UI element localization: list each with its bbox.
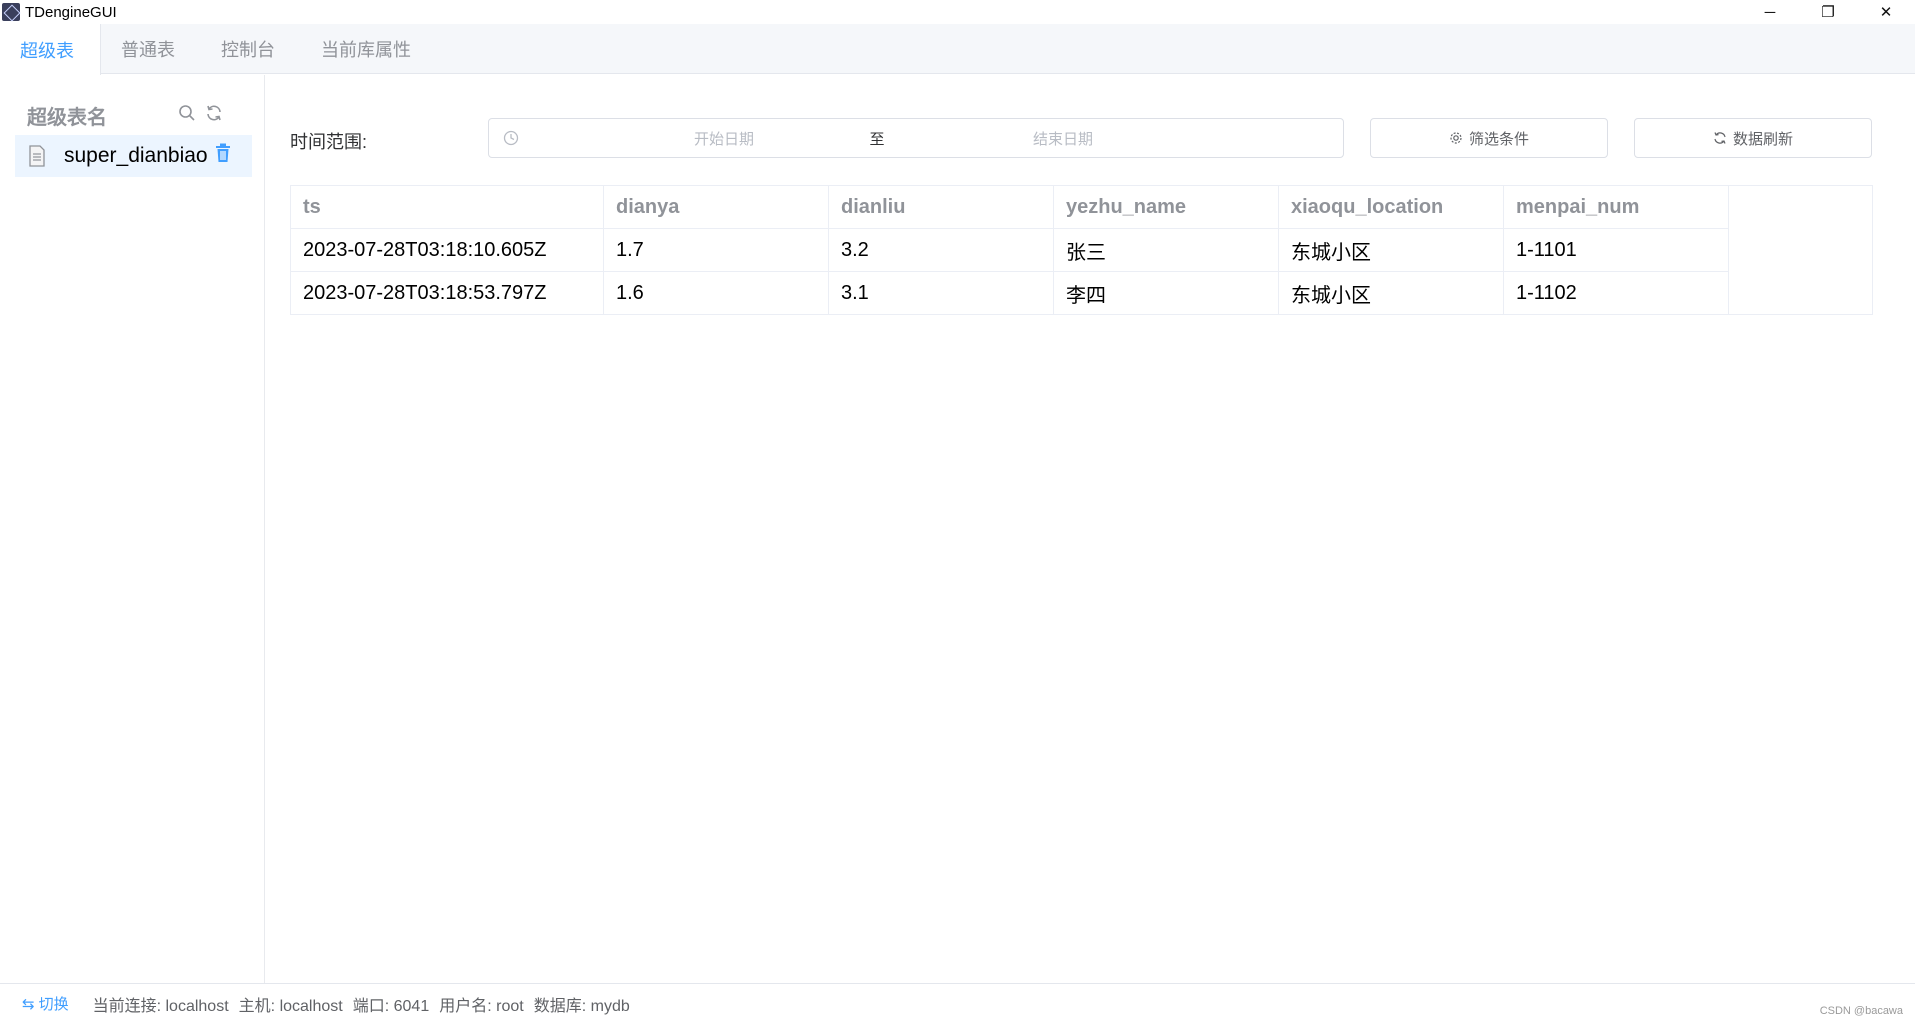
user-value: root (496, 997, 524, 1015)
switch-icon: ⇆ (22, 995, 35, 1013)
column-header[interactable]: yezhu_name (1054, 186, 1279, 229)
main-panel: 时间范围: 开始日期 至 结束日期 筛选条件 数据刷新 ts dianya di… (266, 75, 1915, 983)
refresh-button-label: 数据刷新 (1732, 130, 1793, 148)
table-cell: 1.6 (604, 272, 829, 315)
table-cell: 3.1 (829, 272, 1054, 315)
column-header[interactable]: menpai_num (1504, 186, 1729, 229)
connection-label: 当前连接: (92, 997, 162, 1015)
table-row[interactable]: 2023-07-28T03:18:10.605Z 1.7 3.2 张三 东城小区… (291, 229, 1729, 272)
column-header[interactable]: xiaoqu_location (1279, 186, 1504, 229)
sidebar-title: 超级表名 (27, 107, 107, 129)
delete-icon[interactable] (214, 143, 234, 165)
start-date-input[interactable]: 开始日期 (599, 128, 849, 149)
refresh-icon[interactable] (204, 103, 224, 123)
app-logo-icon (2, 3, 20, 21)
end-date-input[interactable]: 结束日期 (913, 128, 1213, 149)
table-cell: 东城小区 (1279, 272, 1504, 315)
column-header[interactable]: dianya (604, 186, 829, 229)
sidebar-actions (177, 103, 224, 123)
database-value: mydb (590, 997, 630, 1015)
filter-button[interactable]: 筛选条件 (1370, 118, 1608, 158)
table-cell: 张三 (1054, 229, 1279, 272)
time-range-label: 时间范围: (290, 132, 368, 152)
status-bar: ⇆ 切换 当前连接: localhost 主机: localhost 端口: 6… (0, 983, 1915, 1023)
date-separator: 至 (869, 130, 885, 148)
sidebar-header: 超级表名 (27, 101, 227, 130)
database-label: 数据库: (533, 997, 587, 1015)
close-button[interactable]: ✕ (1857, 0, 1915, 24)
host-label: 主机: (238, 997, 276, 1015)
refresh-icon (1714, 132, 1726, 144)
connection-value: localhost (165, 997, 229, 1015)
table-cell: 东城小区 (1279, 229, 1504, 272)
table-cell: 李四 (1054, 272, 1279, 315)
table-row[interactable]: 2023-07-28T03:18:53.797Z 1.6 3.1 李四 东城小区… (291, 272, 1729, 315)
switch-connection-button[interactable]: ⇆ 切换 (22, 993, 69, 1014)
table-header-row: ts dianya dianliu yezhu_name xiaoqu_loca… (291, 186, 1729, 229)
sidebar-item-label: super_dianbiao (64, 144, 208, 167)
port-label: 端口: (352, 997, 390, 1015)
window-title: TDengineGUI (25, 3, 117, 21)
column-header[interactable]: ts (291, 186, 604, 229)
table-cell: 1.7 (604, 229, 829, 272)
table-cell: 3.2 (829, 229, 1054, 272)
tab-normal-tables[interactable]: 普通表 (101, 24, 201, 74)
data-table: ts dianya dianliu yezhu_name xiaoqu_loca… (290, 185, 1873, 315)
main-tabs: 超级表 普通表 控制台 当前库属性 (0, 24, 1915, 75)
tab-console[interactable]: 控制台 (201, 24, 301, 74)
search-icon[interactable] (177, 103, 197, 123)
connection-info: 当前连接: localhost 主机: localhost 端口: 6041 用… (93, 992, 630, 1016)
refresh-data-button[interactable]: 数据刷新 (1634, 118, 1872, 158)
restore-button[interactable]: ❐ (1799, 0, 1857, 24)
port-value: 6041 (393, 997, 430, 1015)
window-controls: ─ ❐ ✕ (1741, 0, 1915, 24)
user-label: 用户名: (439, 997, 492, 1015)
sidebar-item-super-dianbiao[interactable]: super_dianbiao (15, 135, 252, 177)
table-cell: 1-1102 (1504, 272, 1729, 315)
minimize-button[interactable]: ─ (1741, 0, 1799, 24)
sidebar: 超级表名 super_dianbiao (0, 75, 265, 983)
table-cell: 1-1101 (1504, 229, 1729, 272)
host-value: localhost (279, 997, 343, 1015)
column-header[interactable]: dianliu (829, 186, 1054, 229)
tab-db-properties[interactable]: 当前库属性 (301, 24, 437, 74)
title-bar: TDengineGUI ─ ❐ ✕ (0, 0, 1915, 24)
gear-icon (1450, 132, 1462, 144)
switch-label: 切换 (38, 996, 69, 1013)
table-cell: 2023-07-28T03:18:53.797Z (291, 272, 604, 315)
filter-button-label: 筛选条件 (1468, 130, 1529, 148)
document-icon (28, 145, 48, 167)
date-range-picker[interactable]: 开始日期 至 结束日期 (488, 118, 1344, 158)
clock-icon (503, 130, 519, 150)
tab-super-tables[interactable]: 超级表 (0, 24, 101, 75)
watermark: CSDN @bacawa (1819, 1005, 1903, 1017)
table-cell: 2023-07-28T03:18:10.605Z (291, 229, 604, 272)
